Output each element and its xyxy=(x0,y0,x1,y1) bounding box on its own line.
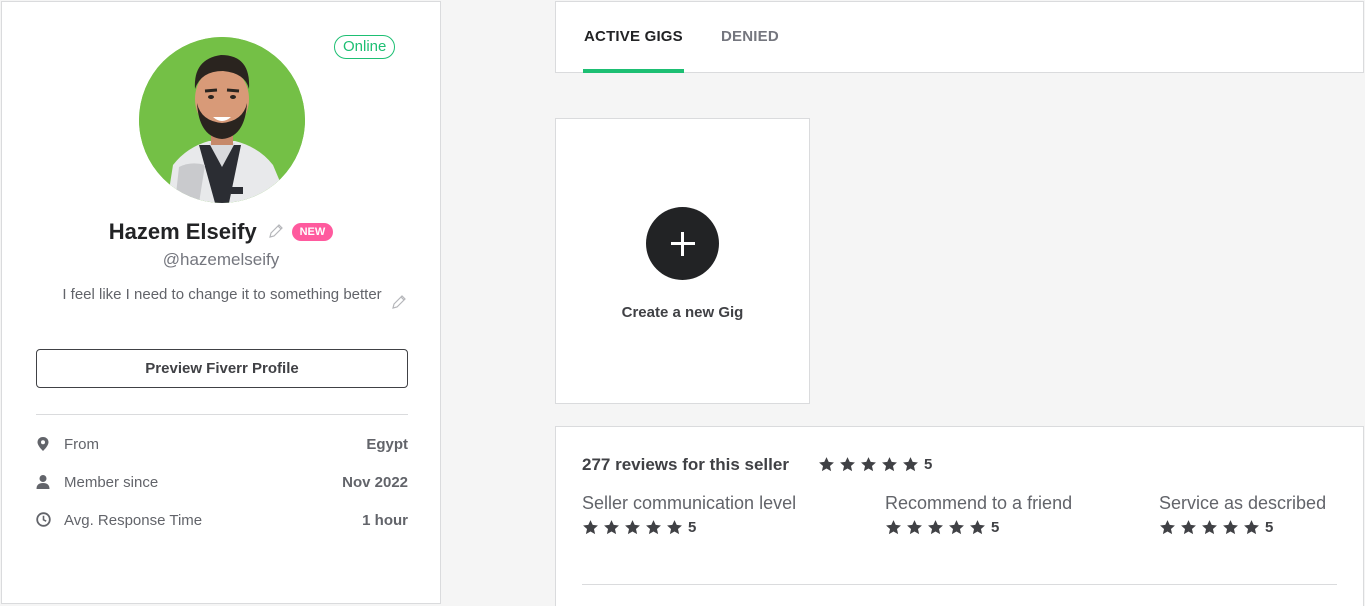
star-icon xyxy=(881,456,898,473)
tab-active-gigs[interactable]: ACTIVE GIGS xyxy=(584,28,683,45)
criterion-stars: 5 xyxy=(582,519,696,536)
star-icon xyxy=(1180,519,1197,536)
star-icon xyxy=(666,519,683,536)
user-icon xyxy=(36,474,52,490)
star-icon xyxy=(948,519,965,536)
star-icon xyxy=(906,519,923,536)
rating-score: 5 xyxy=(991,519,1000,536)
rating-score: 5 xyxy=(688,519,697,536)
clock-icon xyxy=(36,512,52,528)
create-gig-label[interactable]: Create a new Gig xyxy=(556,304,809,321)
stat-value: Nov 2022 xyxy=(342,474,408,491)
preview-profile-button[interactable]: Preview Fiverr Profile xyxy=(36,349,408,388)
star-icon xyxy=(927,519,944,536)
star-icon xyxy=(1159,519,1176,536)
location-pin-icon xyxy=(36,436,52,452)
star-icon xyxy=(818,456,835,473)
new-seller-badge: NEW xyxy=(291,223,334,241)
profile-bio: I feel like I need to change it to somet… xyxy=(62,286,382,303)
overall-rating-stars: 5 xyxy=(818,456,932,473)
star-icon xyxy=(582,519,599,536)
reviews-divider xyxy=(582,584,1337,585)
edit-bio-pencil-icon[interactable] xyxy=(392,295,406,312)
tab-denied[interactable]: DENIED xyxy=(721,28,779,45)
star-icon xyxy=(1222,519,1239,536)
username: @hazemelseify xyxy=(162,250,280,269)
star-icon xyxy=(645,519,662,536)
rating-score: 5 xyxy=(1265,519,1274,536)
seller-name: Hazem Elseify xyxy=(108,219,257,244)
edit-name-pencil-icon[interactable] xyxy=(269,223,283,241)
star-icon xyxy=(1243,519,1260,536)
stat-label: Member since xyxy=(64,474,159,491)
seller-profile-card: Online Hazem Elseify NEW @hazemelseify I… xyxy=(1,1,441,604)
avatar[interactable] xyxy=(139,37,305,203)
reviews-heading: 277 reviews for this seller xyxy=(582,455,789,474)
active-tab-indicator xyxy=(583,69,684,73)
create-gig-card[interactable]: Create a new Gig xyxy=(555,118,810,404)
criterion-label: Service as described xyxy=(1159,493,1327,513)
stat-value: 1 hour xyxy=(362,512,408,529)
stat-label: Avg. Response Time xyxy=(64,512,203,529)
star-icon xyxy=(603,519,620,536)
stat-member-since: Member since Nov 2022 xyxy=(36,472,408,496)
profile-name-row: Hazem Elseify NEW xyxy=(2,219,440,249)
stat-response-time: Avg. Response Time 1 hour xyxy=(36,510,408,534)
avatar-illustration xyxy=(139,37,305,203)
star-icon xyxy=(902,456,919,473)
gigs-tabs: ACTIVE GIGS DENIED xyxy=(555,1,1364,73)
star-icon xyxy=(839,456,856,473)
star-icon xyxy=(860,456,877,473)
stat-value: Egypt xyxy=(366,436,408,453)
criterion-label: Recommend to a friend xyxy=(885,493,1073,513)
profile-divider xyxy=(36,414,408,415)
star-icon xyxy=(624,519,641,536)
online-status-badge: Online xyxy=(334,35,396,59)
star-icon xyxy=(885,519,902,536)
criterion-stars: 5 xyxy=(1159,519,1273,536)
criterion-label: Seller communication level xyxy=(582,493,797,513)
stat-label: From xyxy=(64,436,99,453)
reviews-summary-card: 277 reviews for this seller 5 Seller com… xyxy=(555,426,1364,606)
plus-icon[interactable] xyxy=(646,207,719,280)
criterion-stars: 5 xyxy=(885,519,999,536)
stat-from: From Egypt xyxy=(36,434,408,458)
rating-score: 5 xyxy=(924,456,933,473)
star-icon xyxy=(1201,519,1218,536)
star-icon xyxy=(969,519,986,536)
